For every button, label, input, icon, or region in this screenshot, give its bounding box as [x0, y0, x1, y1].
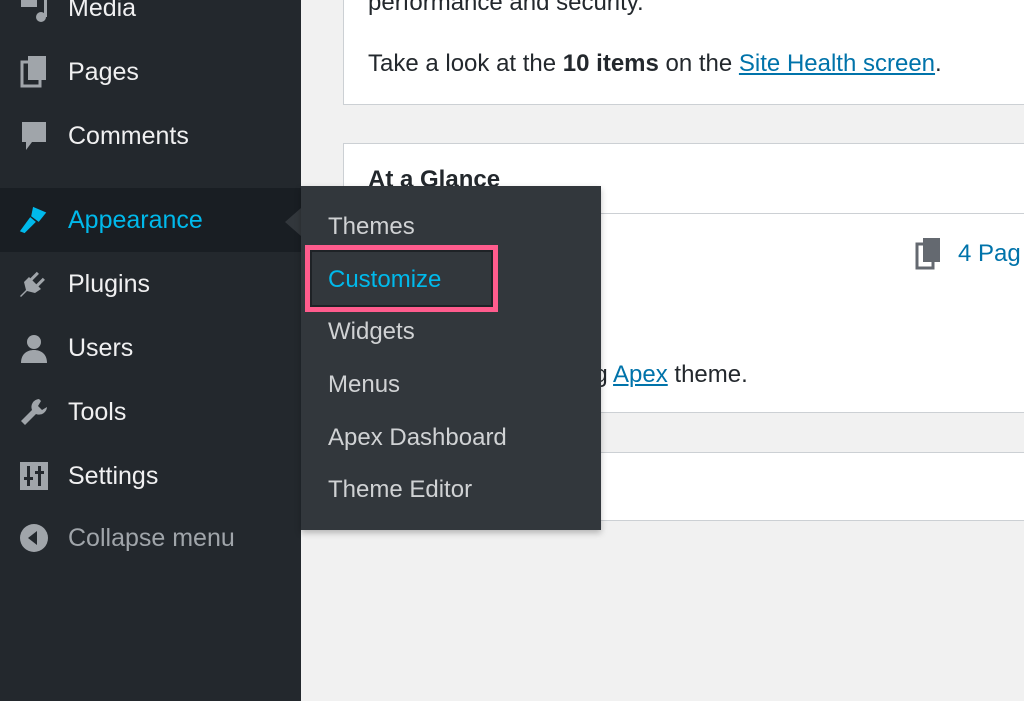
sidebar-item-tools[interactable]: Tools [0, 380, 301, 444]
comments-icon [18, 120, 50, 152]
pages-count-link[interactable]: 4 Pag [958, 240, 1021, 268]
sidebar-item-pages[interactable]: Pages [0, 40, 301, 104]
user-icon [18, 332, 50, 364]
submenu-item-themes[interactable]: Themes [328, 213, 415, 241]
sidebar-item-appearance[interactable]: Appearance [0, 188, 301, 252]
site-health-card: performance and security. Take a look at… [343, 0, 1024, 105]
pages-count-icon [915, 238, 943, 275]
plugin-icon [18, 268, 50, 300]
settings-icon [18, 460, 50, 492]
pages-icon [18, 56, 50, 88]
sidebar-item-settings[interactable]: Settings [0, 444, 301, 508]
theme-info: ng Apex theme. [581, 361, 748, 388]
collapse-icon [18, 522, 50, 554]
submenu-item-apex-dashboard[interactable]: Apex Dashboard [328, 424, 507, 452]
media-icon [18, 0, 50, 24]
sidebar-item-media[interactable]: Media [0, 0, 301, 40]
appearance-submenu: Themes Customize Widgets Menus Apex Dash… [301, 186, 601, 530]
theme-link[interactable]: Apex [613, 361, 668, 388]
flyout-arrow [285, 208, 301, 236]
submenu-item-customize[interactable]: Customize [328, 266, 441, 294]
paintbrush-icon [18, 204, 50, 236]
admin-sidebar: Media Pages Comments Appearance Plugins … [0, 0, 301, 701]
sidebar-item-plugins[interactable]: Plugins [0, 252, 301, 316]
wrench-icon [18, 396, 50, 428]
submenu-item-menus[interactable]: Menus [328, 371, 400, 399]
sidebar-item-users[interactable]: Users [0, 316, 301, 380]
submenu-item-theme-editor[interactable]: Theme Editor [328, 476, 472, 504]
collapse-menu-button[interactable]: Collapse menu [0, 506, 301, 570]
sidebar-item-comments[interactable]: Comments [0, 104, 301, 168]
submenu-item-widgets[interactable]: Widgets [328, 318, 415, 346]
site-health-link[interactable]: Site Health screen [739, 50, 935, 77]
site-health-message: Take a look at the 10 items on the Site … [368, 50, 942, 77]
